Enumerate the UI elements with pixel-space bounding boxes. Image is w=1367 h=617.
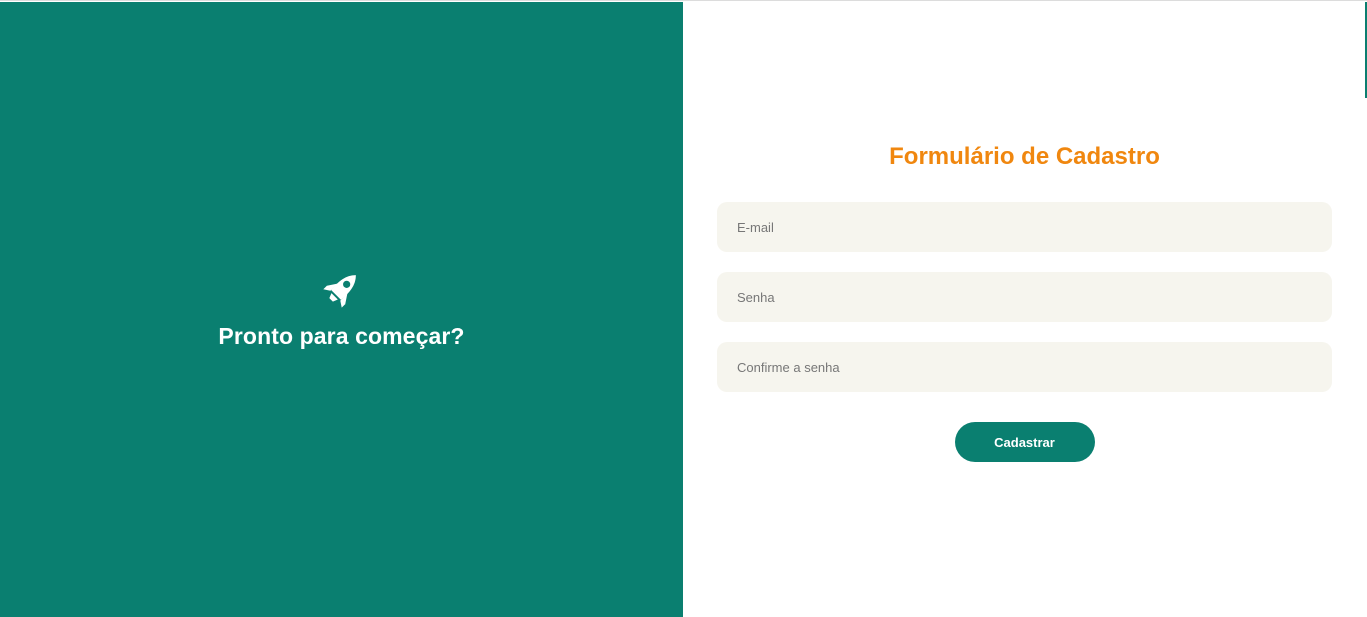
- signup-page: Pronto para começar? Formulário de Cadas…: [0, 0, 1367, 617]
- welcome-panel: Pronto para começar?: [0, 2, 683, 617]
- form-title: Formulário de Cadastro: [889, 143, 1160, 170]
- password-field[interactable]: [717, 272, 1332, 322]
- welcome-content: Pronto para começar?: [218, 267, 464, 350]
- signup-form: Formulário de Cadastro Cadastrar: [717, 141, 1332, 462]
- rocket-icon: [323, 274, 357, 308]
- email-field[interactable]: [717, 202, 1332, 252]
- confirm-password-field[interactable]: [717, 342, 1332, 392]
- register-button[interactable]: Cadastrar: [954, 422, 1095, 462]
- welcome-headline: Pronto para começar?: [218, 322, 465, 349]
